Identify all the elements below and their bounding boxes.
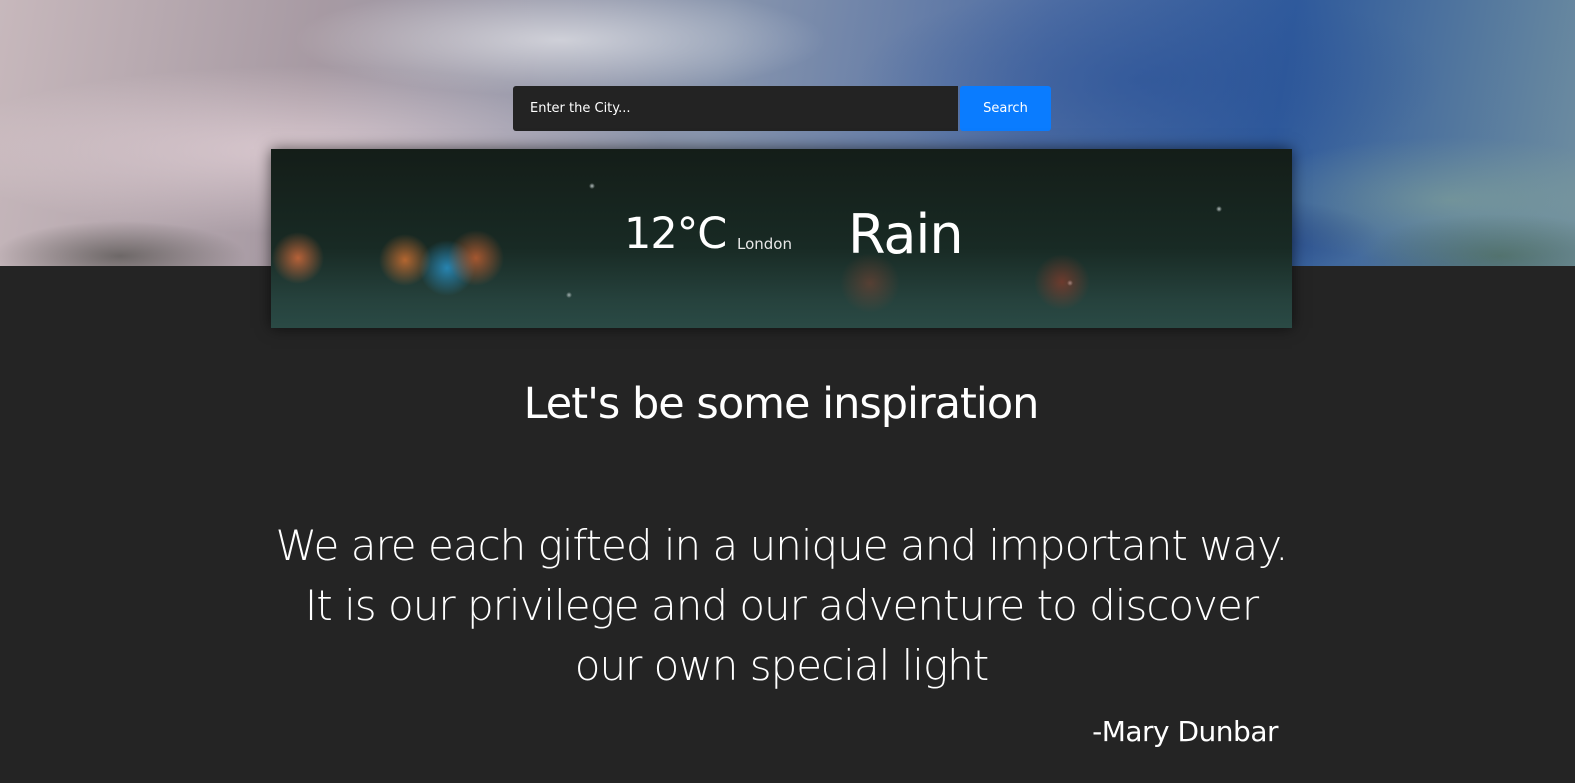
weather-card: 12°C London Rain xyxy=(271,149,1292,328)
city-search-input[interactable] xyxy=(513,86,958,131)
weather-condition: Rain xyxy=(848,203,964,266)
quote-text: We are each gifted in a unique and impor… xyxy=(275,521,1288,690)
quote-author: -Mary Dunbar xyxy=(1092,715,1278,748)
city-name: London xyxy=(737,235,792,253)
inspiration-heading: Let's be some inspiration xyxy=(523,379,1040,429)
temperature-value: 12°C xyxy=(624,209,727,259)
weather-content: 12°C London Rain xyxy=(271,149,1292,328)
city-search-form: Search xyxy=(513,86,1051,131)
search-button[interactable]: Search xyxy=(960,86,1051,131)
